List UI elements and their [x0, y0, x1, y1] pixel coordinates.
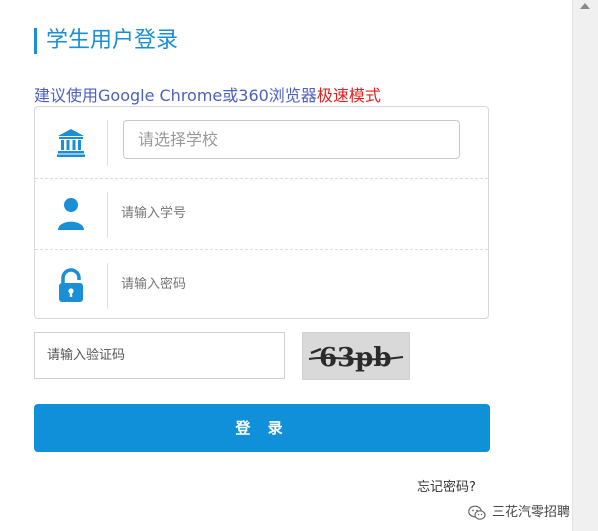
captcha-image[interactable]: 63pb — [302, 332, 410, 380]
school-building-icon — [55, 124, 87, 160]
browser-tip: 建议使用Google Chrome或360浏览器极速模式 — [34, 86, 381, 106]
wechat-watermark: 三花汽零招聘 — [468, 503, 570, 523]
watermark-text: 三花汽零招聘 — [492, 505, 571, 520]
login-form-card: 请选择学校 — [34, 106, 489, 319]
password-input[interactable] — [121, 272, 461, 296]
vertical-scrollbar[interactable] — [572, 0, 598, 531]
scroll-up-arrow-icon[interactable] — [580, 3, 590, 9]
forgot-password-link[interactable]: 忘记密码? — [417, 479, 476, 497]
user-icon — [55, 196, 87, 232]
browser-tip-text: 建议使用Google Chrome或360浏览器 — [34, 86, 317, 105]
school-select[interactable]: 请选择学校 — [123, 120, 460, 159]
school-row: 请选择学校 — [35, 107, 488, 177]
row-divider — [107, 192, 108, 238]
login-button[interactable]: 登 录 — [34, 404, 490, 452]
row-divider — [107, 263, 108, 309]
wechat-icon — [468, 505, 486, 520]
password-row — [35, 249, 488, 320]
login-panel: 学生用户登录 建议使用Google Chrome或360浏览器极速模式 请选择学… — [0, 0, 572, 531]
row-divider — [107, 120, 108, 166]
captcha-input[interactable]: 请输入验证码 — [34, 332, 285, 379]
student-id-row — [35, 178, 488, 249]
browser-tip-highlight: 极速模式 — [316, 86, 381, 105]
page-title: 学生用户登录 — [34, 28, 178, 54]
lock-icon — [55, 267, 87, 303]
student-id-input[interactable] — [121, 201, 461, 225]
